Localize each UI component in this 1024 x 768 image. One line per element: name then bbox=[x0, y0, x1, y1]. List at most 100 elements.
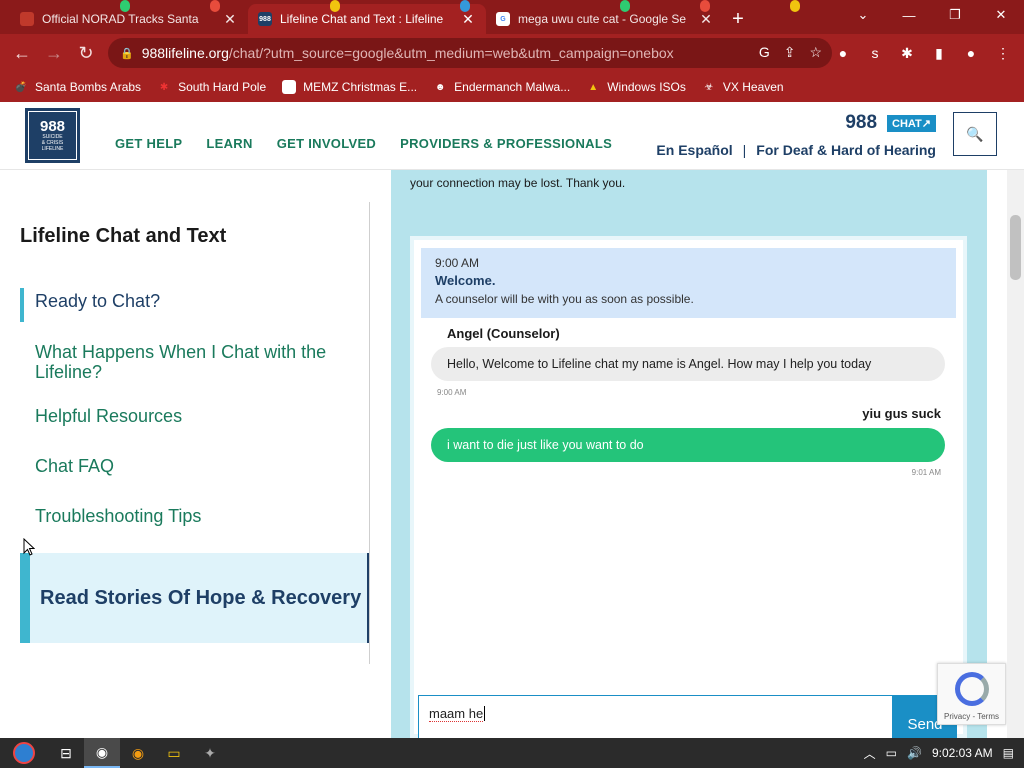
browser-toolbar: ← → ↻ 🔒 988lifeline.org /chat/?utm_sourc… bbox=[0, 34, 1024, 72]
address-bar[interactable]: 🔒 988lifeline.org /chat/?utm_source=goog… bbox=[108, 38, 832, 68]
close-tab-icon[interactable]: ✕ bbox=[222, 11, 238, 28]
tab-title: Lifeline Chat and Text : Lifeline bbox=[280, 12, 444, 26]
forward-icon[interactable]: → bbox=[38, 37, 70, 69]
recaptcha-links[interactable]: Privacy - Terms bbox=[944, 712, 999, 721]
bookmark-label: Santa Bombs Arabs bbox=[35, 80, 142, 94]
mouse-cursor-icon bbox=[23, 538, 35, 556]
bookmark-item[interactable]: 💣 Santa Bombs Arabs bbox=[14, 80, 141, 94]
browser-tab-strip: Official NORAD Tracks Santa ✕ 988 Lifeli… bbox=[0, 0, 1024, 34]
sidebar-item-what-happens[interactable]: What Happens When I Chat with the Lifeli… bbox=[35, 342, 355, 382]
clock[interactable]: 9:02:03 AM bbox=[932, 746, 993, 760]
tab-title: Official NORAD Tracks Santa bbox=[42, 12, 199, 26]
link-deaf-hard-of-hearing[interactable]: For Deaf & Hard of Hearing bbox=[756, 142, 936, 158]
lock-icon[interactable]: 🔒 bbox=[120, 47, 134, 60]
s-extension-icon[interactable]: s bbox=[864, 42, 886, 64]
christmas-light-decoration bbox=[700, 0, 710, 12]
chat-button[interactable]: CHAT↗ bbox=[887, 114, 936, 132]
search-button[interactable]: 🔍 bbox=[953, 112, 997, 156]
bookmark-label: Windows ISOs bbox=[607, 80, 686, 94]
app-taskbar-icon[interactable]: ✦ bbox=[192, 738, 228, 768]
recaptcha-badge[interactable]: Privacy - Terms bbox=[937, 663, 1006, 725]
bookmark-item[interactable]: ☣ VX Heaven bbox=[702, 80, 783, 94]
close-tab-icon[interactable]: ✕ bbox=[460, 11, 476, 28]
close-window-icon[interactable]: ✕ bbox=[978, 0, 1024, 30]
sidebar-divider bbox=[369, 202, 370, 664]
close-tab-icon[interactable]: ✕ bbox=[698, 11, 714, 28]
windows-orb-icon bbox=[13, 742, 35, 764]
sidebar-title: Lifeline Chat and Text bbox=[20, 225, 227, 247]
url-host: 988lifeline.org bbox=[141, 45, 229, 61]
share-icon[interactable]: ⇪ bbox=[784, 44, 796, 61]
header-phone-number[interactable]: 988 bbox=[845, 112, 877, 134]
logo-number: 988 bbox=[39, 118, 66, 135]
christmas-light-decoration bbox=[790, 0, 800, 12]
nav-learn[interactable]: LEARN bbox=[206, 136, 252, 151]
puzzle-extensions-icon[interactable]: ✱ bbox=[896, 42, 918, 64]
bomb-icon: 💣 bbox=[14, 81, 28, 93]
active-indicator bbox=[20, 288, 24, 322]
nav-providers[interactable]: PROVIDERS & PROFESSIONALS bbox=[400, 136, 612, 151]
chat-window: 9:00 AM Welcome. A counselor will be wit… bbox=[410, 236, 967, 739]
sidebar-item-troubleshooting[interactable]: Troubleshooting Tips bbox=[35, 506, 355, 526]
bookmark-item[interactable]: ☻ Endermanch Malwa... bbox=[433, 80, 570, 94]
tab-search-icon[interactable]: ⌄ bbox=[840, 0, 886, 30]
tray-expand-icon[interactable]: ︿ bbox=[864, 745, 876, 762]
welcome-time: 9:00 AM bbox=[435, 256, 480, 270]
notifications-icon[interactable]: ▤ bbox=[1003, 746, 1014, 760]
side-panel-icon[interactable]: ▮ bbox=[928, 42, 950, 64]
counselor-timestamp: 9:00 AM bbox=[437, 388, 467, 397]
start-button[interactable] bbox=[0, 738, 48, 768]
trans-flag-extension-icon[interactable]: ● bbox=[832, 42, 854, 64]
christmas-light-decoration bbox=[120, 0, 130, 12]
welcome-heading: Welcome. bbox=[435, 273, 496, 288]
profile-avatar-icon[interactable]: ● bbox=[960, 42, 982, 64]
scrollbar-thumb[interactable] bbox=[1010, 215, 1021, 280]
logo-line: LIFELINE bbox=[41, 146, 64, 152]
document-icon bbox=[282, 80, 297, 94]
firefox-taskbar-icon[interactable]: ◉ bbox=[120, 738, 156, 768]
new-tab-button[interactable]: + bbox=[724, 4, 752, 34]
christmas-light-decoration bbox=[460, 0, 470, 12]
volume-icon[interactable]: 🔊 bbox=[907, 746, 922, 760]
sidebar: Lifeline Chat and Text Ready to Chat? Wh… bbox=[0, 170, 372, 738]
restore-icon[interactable]: ❐ bbox=[932, 0, 978, 30]
kebab-menu-icon[interactable]: ⋮ bbox=[992, 42, 1014, 64]
bookmark-item[interactable]: ✱ South Hard Pole bbox=[157, 80, 266, 94]
back-icon[interactable]: ← bbox=[6, 37, 38, 69]
main-nav: GET HELP LEARN GET INVOLVED PROVIDERS & … bbox=[115, 136, 612, 151]
tab-google[interactable]: G mega uwu cute cat - Google Se ✕ bbox=[486, 4, 724, 34]
site-logo[interactable]: 988 SUICIDE & CRISIS LIFELINE bbox=[25, 108, 80, 163]
chat-input[interactable]: maam he bbox=[418, 695, 893, 739]
chat-button-label: CHAT bbox=[892, 117, 922, 130]
file-explorer-taskbar-icon[interactable]: ▭ bbox=[156, 738, 192, 768]
screen: Official NORAD Tracks Santa ✕ 988 Lifeli… bbox=[0, 0, 1024, 768]
skull-icon: ☻ bbox=[434, 81, 446, 93]
bookmark-item[interactable]: MEMZ Christmas E... bbox=[282, 80, 417, 94]
page-scrollbar[interactable] bbox=[1007, 170, 1024, 738]
welcome-message: A counselor will be with you as soon as … bbox=[435, 292, 694, 306]
tab-title: mega uwu cute cat - Google Se bbox=[518, 12, 687, 26]
link-espanol[interactable]: En Español bbox=[656, 142, 732, 158]
sidebar-item-chat-faq[interactable]: Chat FAQ bbox=[35, 456, 355, 476]
network-icon[interactable]: ▭ bbox=[886, 746, 897, 760]
sidebar-item-ready-to-chat[interactable]: Ready to Chat? bbox=[35, 291, 355, 311]
task-view-icon[interactable]: ⊟ bbox=[48, 738, 84, 768]
nav-get-help[interactable]: GET HELP bbox=[115, 136, 182, 151]
stories-of-hope-link[interactable]: Read Stories Of Hope & Recovery bbox=[20, 553, 369, 643]
bookmark-star-icon[interactable]: ☆ bbox=[809, 44, 822, 61]
minimize-icon[interactable]: — bbox=[886, 0, 932, 30]
user-name: yiu gus suck bbox=[862, 406, 941, 421]
chrome-taskbar-icon[interactable]: ◉ bbox=[84, 738, 120, 768]
sidebar-item-helpful-resources[interactable]: Helpful Resources bbox=[35, 406, 355, 426]
reload-icon[interactable]: ↻ bbox=[70, 37, 102, 69]
window-controls: ⌄ — ❐ ✕ bbox=[840, 0, 1024, 30]
tab-lifeline[interactable]: 988 Lifeline Chat and Text : Lifeline ✕ bbox=[248, 4, 486, 34]
bookmark-item[interactable]: ▲ Windows ISOs bbox=[586, 80, 686, 94]
nav-get-involved[interactable]: GET INVOLVED bbox=[277, 136, 376, 151]
google-lens-icon[interactable]: G bbox=[759, 44, 770, 61]
omnibox-actions: G ⇪ ☆ bbox=[759, 44, 822, 61]
christmas-light-decoration bbox=[210, 0, 220, 12]
bookmark-label: South Hard Pole bbox=[178, 80, 267, 94]
bookmark-label: Endermanch Malwa... bbox=[454, 80, 571, 94]
os-taskbar: ⊟ ◉ ◉ ▭ ✦ ︿ ▭ 🔊 9:02:03 AM ▤ bbox=[0, 738, 1024, 768]
